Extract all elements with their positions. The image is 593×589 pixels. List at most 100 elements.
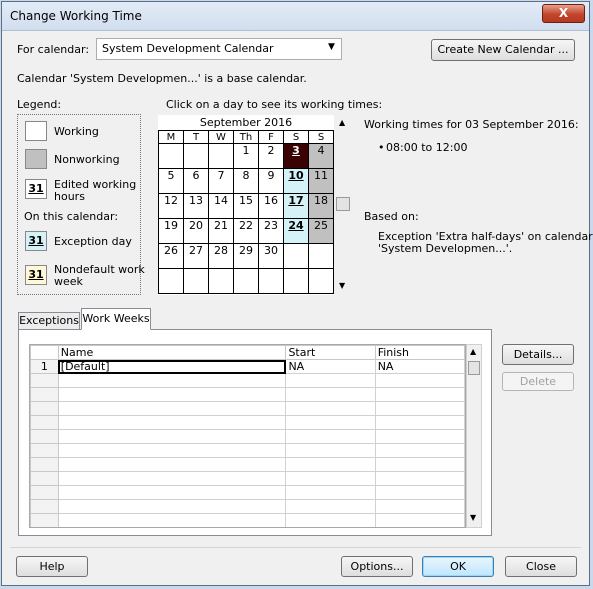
close-window-button[interactable]: X <box>542 4 585 23</box>
table-row[interactable] <box>30 443 465 458</box>
calendar-day[interactable]: 25 <box>308 218 334 244</box>
calendar-day[interactable]: 19 <box>158 218 184 244</box>
calendar-day[interactable]: 7 <box>208 168 234 194</box>
calendar-select[interactable]: System Development Calendar ▼ <box>96 38 342 60</box>
table-row[interactable]: 1 [Default] NA NA <box>30 359 465 374</box>
calendar-day[interactable]: 5 <box>158 168 184 194</box>
calendar-day[interactable]: 23 <box>258 218 284 244</box>
details-button[interactable]: Details... <box>502 344 574 365</box>
cell-finish[interactable] <box>374 373 465 388</box>
calendar-day[interactable]: 9 <box>258 168 284 194</box>
cell-start[interactable] <box>285 471 376 486</box>
table-row[interactable] <box>30 401 465 416</box>
table-row[interactable] <box>30 513 465 527</box>
calendar-day[interactable]: 13 <box>183 193 209 219</box>
delete-button[interactable]: Delete <box>502 372 574 391</box>
grid-scroll-thumb[interactable] <box>468 361 480 375</box>
cell-start[interactable] <box>285 429 376 444</box>
table-row[interactable] <box>30 387 465 402</box>
cell-start[interactable] <box>285 387 376 402</box>
cell-finish[interactable] <box>374 401 465 416</box>
table-row[interactable] <box>30 429 465 444</box>
cell-name[interactable] <box>57 457 287 472</box>
cell-start[interactable] <box>285 443 376 458</box>
calendar-day[interactable]: 2 <box>258 143 284 169</box>
cell-start[interactable] <box>285 415 376 430</box>
calendar-day[interactable]: 14 <box>208 193 234 219</box>
calendar-day-selected[interactable]: 3 <box>283 143 309 169</box>
calendar-day[interactable]: 6 <box>183 168 209 194</box>
table-row[interactable] <box>30 499 465 514</box>
calendar-day[interactable]: 11 <box>308 168 334 194</box>
calendar-day-exception[interactable]: 10 <box>283 168 309 194</box>
column-header-finish[interactable]: Finish <box>374 345 465 360</box>
calendar-day[interactable]: 27 <box>183 243 209 269</box>
ok-button[interactable]: OK <box>422 556 494 577</box>
cell-finish[interactable] <box>374 387 465 402</box>
table-row[interactable] <box>30 415 465 430</box>
scroll-up-arrow-icon[interactable]: ▲ <box>339 118 345 127</box>
table-row[interactable] <box>30 471 465 486</box>
column-header-name[interactable]: Name <box>57 345 287 360</box>
cell-start[interactable] <box>285 457 376 472</box>
calendar-day[interactable]: 21 <box>208 218 234 244</box>
cell-start[interactable] <box>285 499 376 514</box>
cell-finish[interactable] <box>374 513 465 527</box>
calendar-day[interactable]: 26 <box>158 243 184 269</box>
grid-scroll-down-icon[interactable]: ▼ <box>470 513 476 522</box>
cell-name[interactable]: [Default] <box>57 359 287 374</box>
calendar-scrollbar[interactable]: ▲ ▼ <box>335 115 352 295</box>
cell-name[interactable] <box>57 373 287 388</box>
calendar-day[interactable]: 28 <box>208 243 234 269</box>
calendar-day[interactable]: 8 <box>233 168 259 194</box>
cell-start[interactable] <box>285 373 376 388</box>
cell-finish[interactable] <box>374 499 465 514</box>
cell-finish[interactable] <box>374 429 465 444</box>
calendar-day[interactable]: 18 <box>308 193 334 219</box>
cell-finish[interactable] <box>374 415 465 430</box>
cell-finish[interactable] <box>374 443 465 458</box>
cell-name[interactable] <box>57 471 287 486</box>
calendar-day[interactable]: 20 <box>183 218 209 244</box>
cell-finish[interactable]: NA <box>374 359 465 374</box>
calendar-day-exception[interactable]: 24 <box>283 218 309 244</box>
cell-name[interactable] <box>57 513 287 527</box>
calendar-day[interactable]: 16 <box>258 193 284 219</box>
scroll-down-arrow-icon[interactable]: ▼ <box>339 281 345 290</box>
cell-name[interactable] <box>57 443 287 458</box>
column-header-start[interactable]: Start <box>285 345 376 360</box>
cell-start[interactable] <box>285 401 376 416</box>
options-button[interactable]: Options... <box>341 556 413 577</box>
cell-name[interactable] <box>57 401 287 416</box>
calendar-day[interactable]: 12 <box>158 193 184 219</box>
cell-start[interactable]: NA <box>285 359 376 374</box>
table-row[interactable] <box>30 485 465 500</box>
tab-exceptions[interactable]: Exceptions <box>18 312 80 330</box>
cell-name[interactable] <box>57 415 287 430</box>
cell-finish[interactable] <box>374 457 465 472</box>
grid-scrollbar[interactable]: ▲ ▼ <box>466 344 482 528</box>
calendar-day[interactable]: 15 <box>233 193 259 219</box>
tab-work-weeks[interactable]: Work Weeks <box>81 308 151 330</box>
cell-finish[interactable] <box>374 485 465 500</box>
calendar-day[interactable]: 22 <box>233 218 259 244</box>
cell-name[interactable] <box>57 485 287 500</box>
table-row[interactable] <box>30 373 465 388</box>
grid-scroll-up-icon[interactable]: ▲ <box>470 347 476 356</box>
close-button[interactable]: Close <box>505 556 577 577</box>
cell-name[interactable] <box>57 387 287 402</box>
calendar-day[interactable]: 30 <box>258 243 284 269</box>
cell-start[interactable] <box>285 513 376 527</box>
calendar-day[interactable]: 4 <box>308 143 334 169</box>
table-row[interactable] <box>30 457 465 472</box>
calendar-day[interactable]: 29 <box>233 243 259 269</box>
calendar-day[interactable]: 1 <box>233 143 259 169</box>
help-button[interactable]: Help <box>16 556 88 577</box>
calendar-day-exception[interactable]: 17 <box>283 193 309 219</box>
calendar-scroll-thumb[interactable] <box>336 197 350 211</box>
cell-finish[interactable] <box>374 471 465 486</box>
cell-name[interactable] <box>57 499 287 514</box>
cell-name[interactable] <box>57 429 287 444</box>
create-new-calendar-button[interactable]: Create New Calendar ... <box>431 39 575 61</box>
cell-start[interactable] <box>285 485 376 500</box>
